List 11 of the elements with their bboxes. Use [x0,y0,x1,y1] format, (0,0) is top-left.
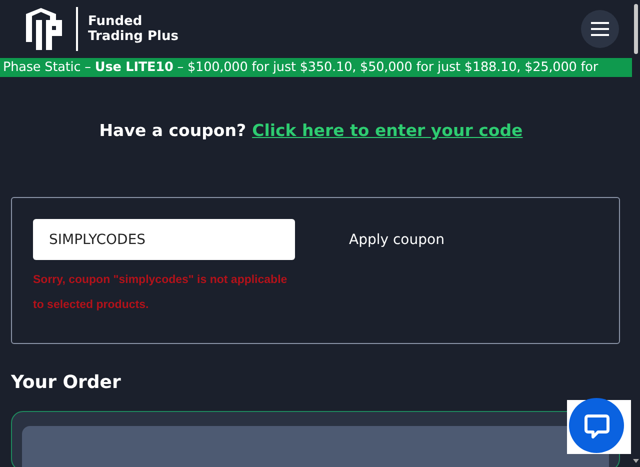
brand-name: Funded Trading Plus [88,14,178,44]
menu-button[interactable] [581,10,619,48]
promo-text: Phase Static – Use LITE10 – $100,000 for just $350.10, $50,000 for just $188.10, $25,000 for [2,60,598,75]
menu-icon [591,22,609,36]
coupon-prompt: Have a coupon? [99,121,246,140]
error-message: Sorry, coupon "simplycodes" is not applicable to selected products. [33,273,288,314]
order-title: Your Order [11,372,122,393]
apply-coupon-button[interactable]: Apply coupon [349,232,444,248]
chat-icon [584,412,610,438]
coupon-field[interactable]: SIMPLYCODES [33,219,295,260]
coupon-link[interactable]: Click here to enter your code [252,121,523,140]
